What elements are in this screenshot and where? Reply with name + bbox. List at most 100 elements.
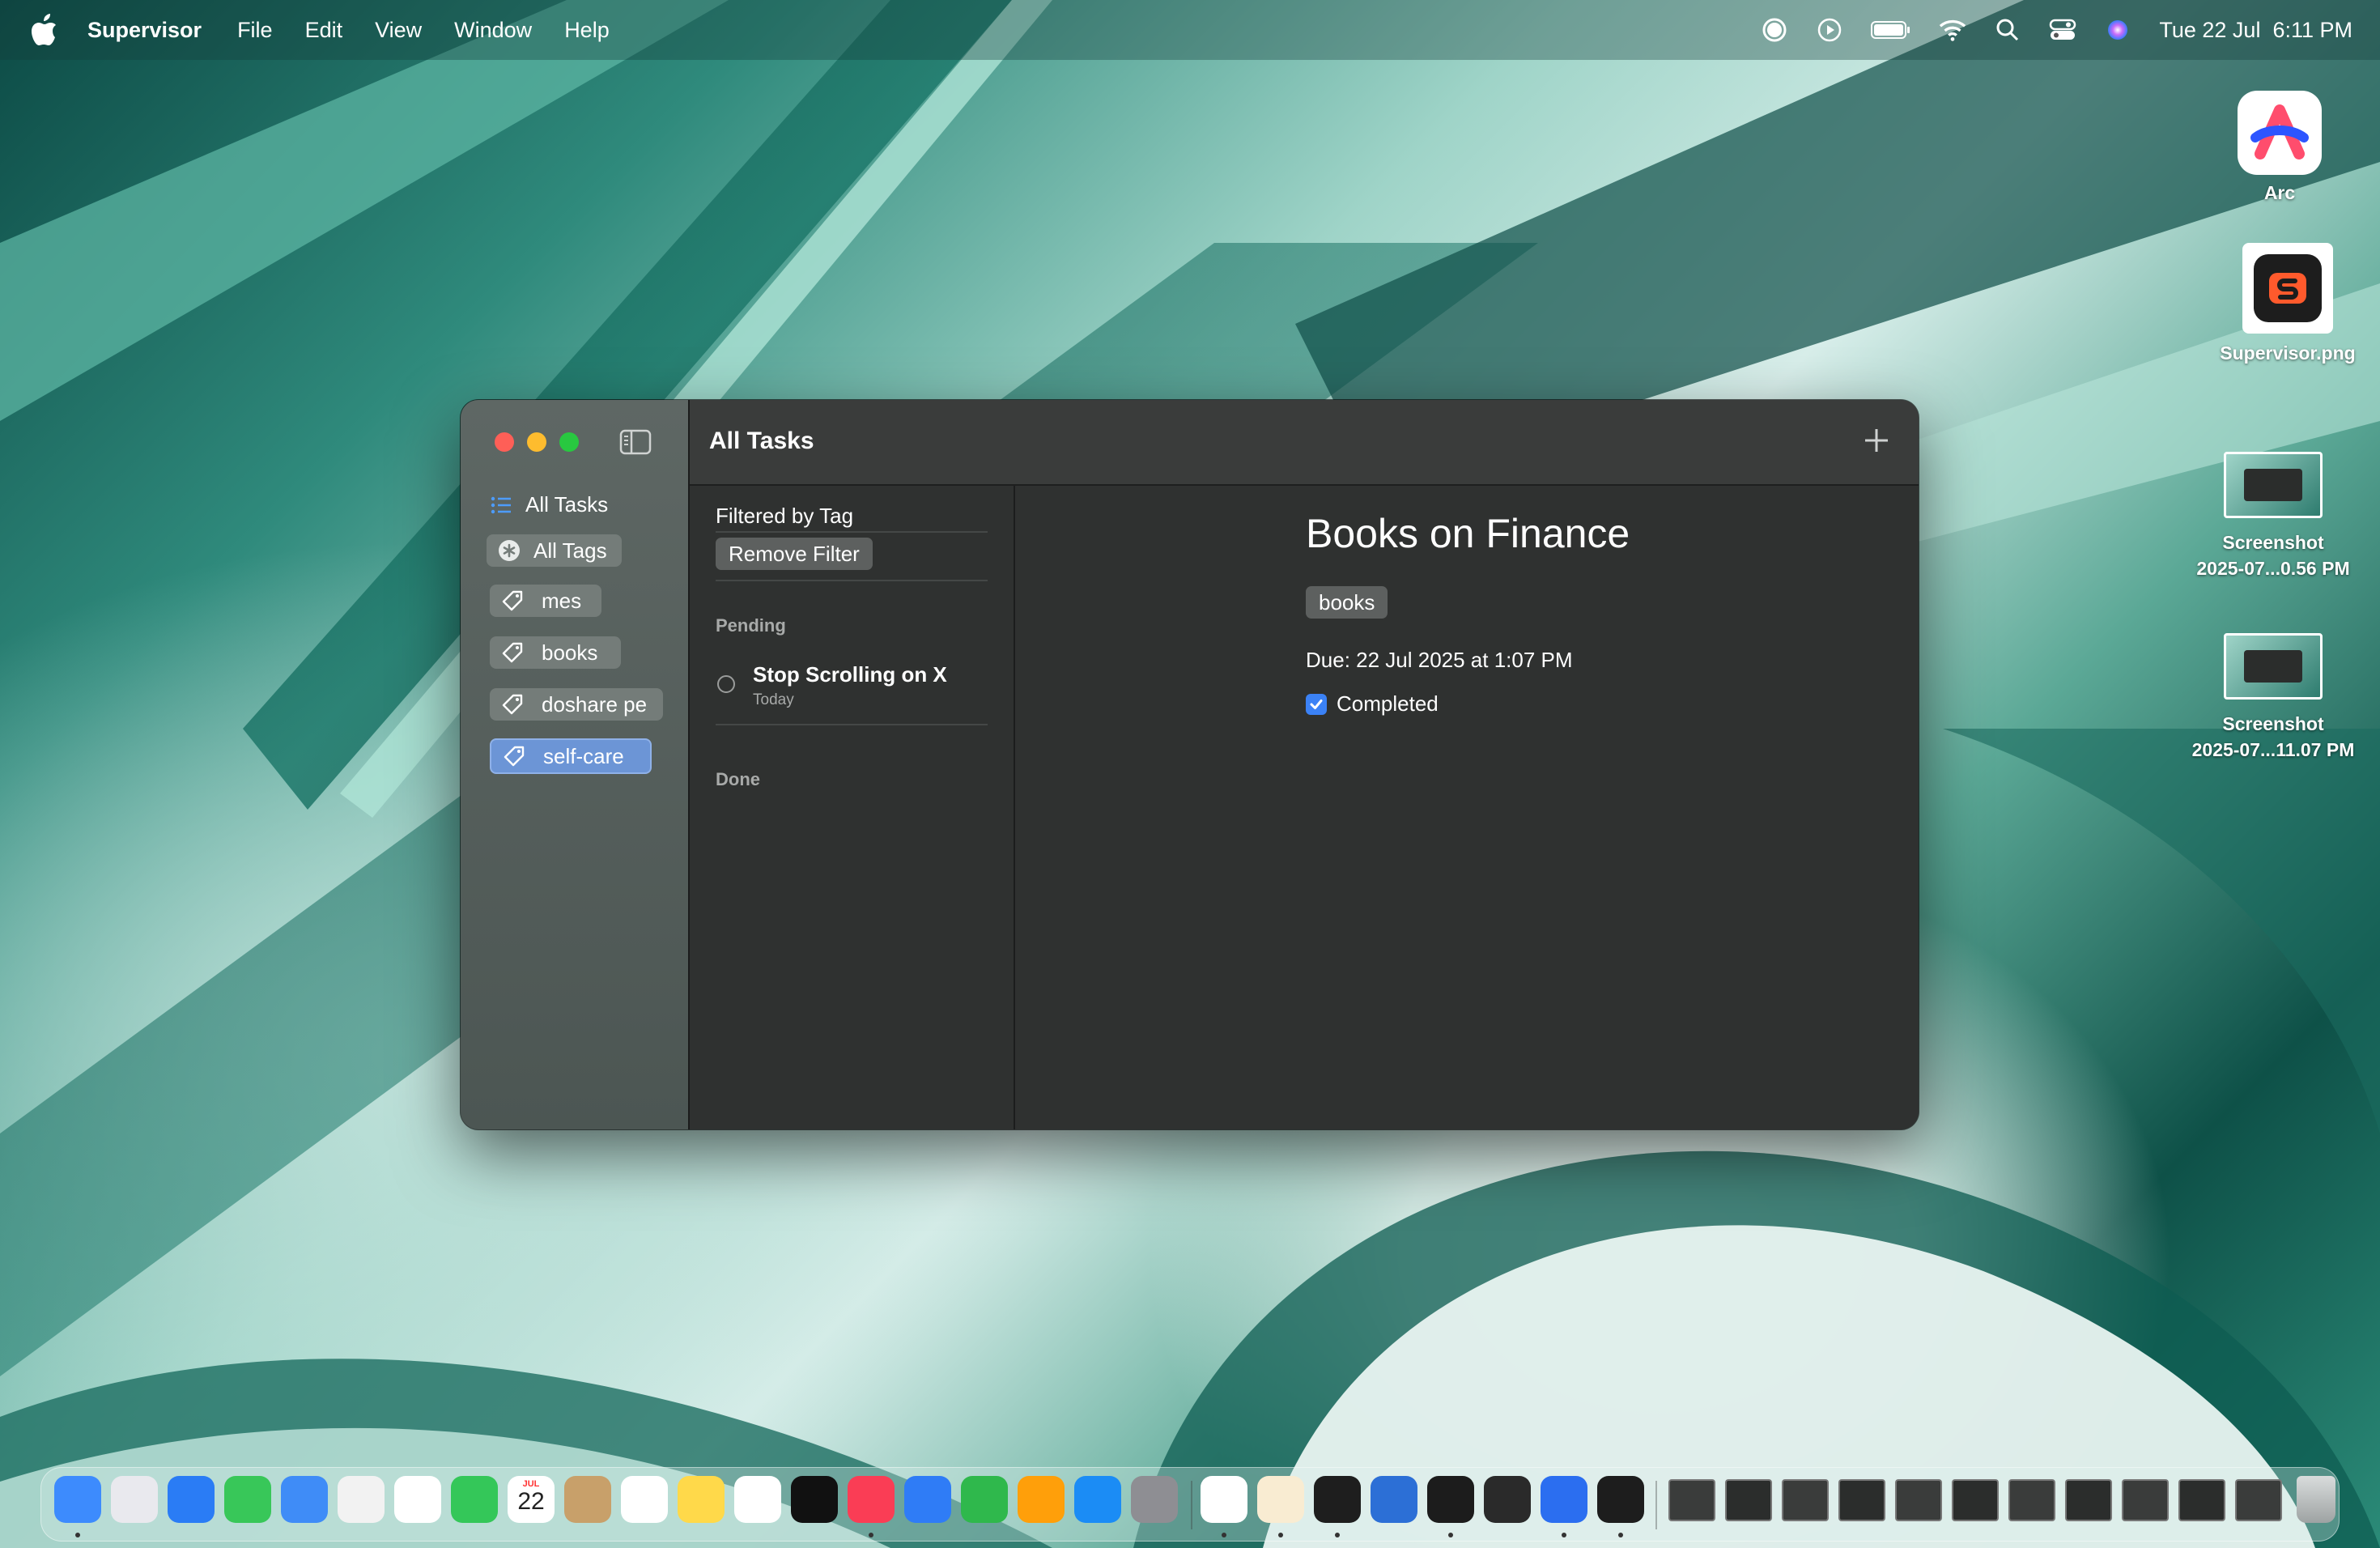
close-window-button[interactable] <box>495 432 514 452</box>
minimized-window-thumbnail[interactable] <box>1838 1479 1885 1521</box>
running-indicator <box>75 1533 80 1537</box>
chrome-icon[interactable] <box>1201 1476 1247 1523</box>
facetime-icon[interactable] <box>451 1476 498 1523</box>
completed-checkbox[interactable] <box>1306 693 1327 715</box>
supervisor-file-icon <box>2242 243 2333 334</box>
sidebar-item-all-tasks[interactable]: All Tasks <box>490 492 608 517</box>
battery-icon[interactable] <box>1871 16 1911 44</box>
running-indicator <box>1335 1533 1340 1537</box>
sidebar-toggle-icon[interactable] <box>619 429 652 455</box>
running-indicator <box>1562 1533 1566 1537</box>
desktop-icon-screenshot-2[interactable]: Screenshot 2025-07...11.07 PM <box>2184 633 2362 763</box>
minimize-window-button[interactable] <box>527 432 546 452</box>
music-icon[interactable] <box>848 1476 895 1523</box>
remove-filter-button[interactable]: Remove Filter <box>716 538 873 570</box>
pages-icon[interactable] <box>1018 1476 1065 1523</box>
task-complete-toggle[interactable] <box>717 675 735 693</box>
minimized-window-thumbnail[interactable] <box>2065 1479 2112 1521</box>
record-icon[interactable] <box>1761 16 1788 44</box>
menu-file[interactable]: File <box>237 18 273 43</box>
window-title: All Tasks <box>709 427 814 454</box>
minimized-window-thumbnail[interactable] <box>1952 1479 1999 1521</box>
completed-checkbox-row[interactable]: Completed <box>1306 691 1439 717</box>
safari-icon[interactable] <box>168 1476 215 1523</box>
minimized-window-thumbnail[interactable] <box>2235 1479 2282 1521</box>
system-settings-icon[interactable] <box>1131 1476 1178 1523</box>
zoom-window-button[interactable] <box>559 432 579 452</box>
asterisk-icon <box>499 540 520 561</box>
play-icon[interactable] <box>1816 16 1843 44</box>
running-indicator <box>1618 1533 1623 1537</box>
numbers-icon[interactable] <box>961 1476 1008 1523</box>
minimized-window-thumbnail[interactable] <box>1895 1479 1942 1521</box>
appletv-icon[interactable] <box>791 1476 838 1523</box>
arc-icon[interactable] <box>1257 1476 1304 1523</box>
running-indicator <box>869 1533 873 1537</box>
trash-icon[interactable] <box>2297 1476 2335 1523</box>
menu-view[interactable]: View <box>375 18 422 43</box>
divider <box>716 580 988 581</box>
desktop-icon-label: Supervisor.png <box>2220 342 2356 364</box>
task-detail-title[interactable]: Books on Finance <box>1306 510 1630 557</box>
apple-logo-icon[interactable] <box>31 14 58 46</box>
freeform-icon[interactable] <box>734 1476 781 1523</box>
checkmark-icon <box>1310 699 1323 709</box>
calendar-icon[interactable]: JUL 22 <box>508 1476 555 1523</box>
maps-icon[interactable] <box>338 1476 385 1523</box>
minimized-window-thumbnail[interactable] <box>2178 1479 2225 1521</box>
sidebar-item-label: All Tasks <box>525 492 609 517</box>
completed-label: Completed <box>1337 691 1439 716</box>
task-row[interactable]: Stop Scrolling on X Today <box>716 656 988 712</box>
minimized-window-thumbnail[interactable] <box>1725 1479 1772 1521</box>
arc-icon <box>2238 91 2322 175</box>
terminal-icon[interactable] <box>1314 1476 1361 1523</box>
menu-window[interactable]: Window <box>454 18 532 43</box>
sidebar: All Tasks All Tags mes books doshare pe … <box>461 400 690 1129</box>
menu-clock[interactable]: Tue 22 Jul 6:11 PM <box>2159 18 2352 43</box>
sidebar-tag-mes[interactable]: mes <box>490 585 601 617</box>
desktop-icon-label-line1: Screenshot <box>2222 713 2324 734</box>
minimized-window-thumbnail[interactable] <box>2008 1479 2055 1521</box>
task-list-pane: Filtered by Tag Remove Filter Pending St… <box>690 486 1015 1129</box>
task-detail-tag[interactable]: books <box>1306 586 1388 619</box>
menu-help[interactable]: Help <box>564 18 610 43</box>
sidebar-tag-self-care[interactable]: self-care <box>490 738 652 774</box>
finder-icon[interactable] <box>54 1476 101 1523</box>
minimized-window-thumbnail[interactable] <box>2122 1479 2169 1521</box>
sidebar-tag-doshare[interactable]: doshare pe <box>490 688 663 721</box>
raycast-icon[interactable] <box>1484 1476 1531 1523</box>
keynote-icon[interactable] <box>904 1476 951 1523</box>
launchpad-icon[interactable] <box>111 1476 158 1523</box>
window-toolbar: All Tasks <box>690 400 1919 486</box>
reminders-icon[interactable] <box>621 1476 668 1523</box>
task-detail-due[interactable]: Due: 22 Jul 2025 at 1:07 PM <box>1306 648 1573 673</box>
control-center-icon[interactable] <box>2049 16 2076 44</box>
menu-edit[interactable]: Edit <box>305 18 343 43</box>
siri-icon[interactable] <box>2104 16 2131 44</box>
sidebar-item-all-tags[interactable]: All Tags <box>487 534 622 567</box>
search-icon[interactable] <box>1994 16 2021 44</box>
running-indicator <box>1278 1533 1283 1537</box>
minimized-window-thumbnail[interactable] <box>1782 1479 1829 1521</box>
tag-label: mes <box>542 588 582 613</box>
tag-label: self-care <box>543 743 624 768</box>
screen-recorder-icon[interactable] <box>1541 1476 1587 1523</box>
photos-icon[interactable] <box>394 1476 441 1523</box>
appstore-icon[interactable] <box>1074 1476 1121 1523</box>
contacts-icon[interactable] <box>564 1476 611 1523</box>
notes-icon[interactable] <box>678 1476 725 1523</box>
supervisor-icon[interactable] <box>1597 1476 1644 1523</box>
mail-icon[interactable] <box>281 1476 328 1523</box>
desktop-icon-arc[interactable]: Arc <box>2191 91 2369 206</box>
xcode-icon[interactable] <box>1371 1476 1417 1523</box>
activity-monitor-icon[interactable] <box>1427 1476 1474 1523</box>
sidebar-tag-books[interactable]: books <box>490 636 621 669</box>
minimized-window-thumbnail[interactable] <box>1668 1479 1715 1521</box>
add-task-icon[interactable] <box>1862 426 1891 455</box>
messages-icon[interactable] <box>224 1476 271 1523</box>
desktop-icon-supervisor-png[interactable]: Supervisor.png <box>2199 243 2377 366</box>
menu-app-name[interactable]: Supervisor <box>87 18 202 43</box>
desktop-icon-label: Arc <box>2263 182 2296 203</box>
wifi-icon[interactable] <box>1939 16 1966 44</box>
desktop-icon-screenshot-1[interactable]: Screenshot 2025-07...0.56 PM <box>2184 452 2362 581</box>
